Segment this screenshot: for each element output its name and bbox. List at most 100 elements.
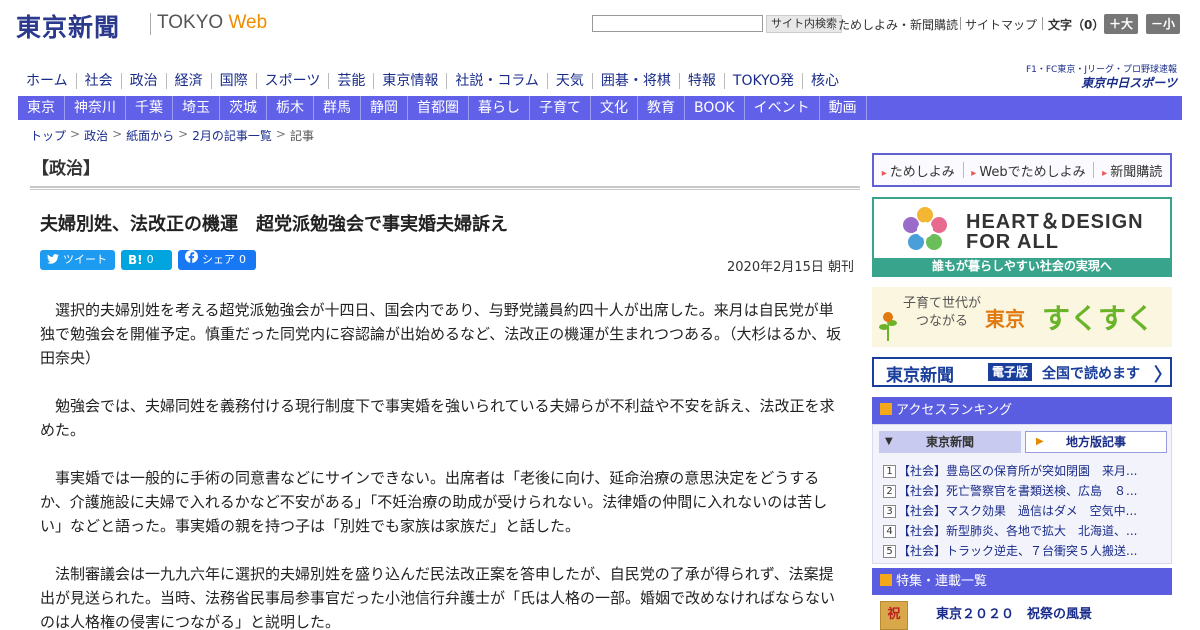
region-kosodate[interactable]: 子育て bbox=[530, 96, 591, 120]
nav-kakushin[interactable]: 核心 bbox=[803, 73, 847, 89]
header-divider bbox=[833, 17, 834, 30]
article-paragraph: 事実婚では一般的に手術の同意書などにサインできない。出席者は「老後に向け、延命治… bbox=[40, 469, 828, 535]
heart-design-title: HEART＆DESIGN bbox=[966, 211, 1144, 233]
nav-politics[interactable]: 政治 bbox=[122, 73, 167, 89]
sitemap-link[interactable]: サイトマップ bbox=[965, 16, 1037, 33]
section-bullet-icon bbox=[880, 574, 892, 586]
ranking-item-title: 【社会】豊島区の保育所が突如閉園 来月... bbox=[898, 464, 1138, 478]
font-larger-button[interactable]: ＋大 bbox=[1104, 14, 1138, 34]
region-video[interactable]: 動画 bbox=[820, 96, 867, 120]
nav-economy[interactable]: 経済 bbox=[167, 73, 212, 89]
caret-down-icon: ▼ bbox=[885, 436, 893, 447]
trial-subscription-link[interactable]: ためしよみ・新聞購読 bbox=[838, 16, 958, 33]
breadcrumb-paper[interactable]: 紙面から bbox=[126, 127, 174, 144]
region-tokyo[interactable]: 東京 bbox=[18, 96, 65, 120]
region-nav: 東京 神奈川 千葉 埼玉 茨城 栃木 群馬 静岡 首都圏 暮らし 子育て 文化 … bbox=[18, 96, 1182, 120]
breadcrumb: トップ > 政治 > 紙面から > 2月の記事一覧 > 記事 bbox=[30, 127, 314, 144]
nav-tokyo-hatsu[interactable]: TOKYO発 bbox=[725, 73, 803, 89]
promo-divider bbox=[962, 162, 964, 178]
feature-item-title[interactable]: 東京２０２０ 祝祭の風景 bbox=[936, 603, 1092, 622]
ranking-tab-tokyo[interactable]: ▼ 東京新聞 bbox=[879, 431, 1021, 453]
breadcrumb-top[interactable]: トップ bbox=[30, 127, 66, 144]
ranking-item[interactable]: 5 【社会】トラック逆走、７台衝突５人搬送... bbox=[883, 541, 1163, 561]
web-trial-link[interactable]: Webでためしよみ bbox=[971, 161, 1085, 180]
ranking-tab-local-label: 地方版記事 bbox=[1065, 435, 1126, 449]
region-shizuoka[interactable]: 静岡 bbox=[361, 96, 408, 120]
nav-editorial[interactable]: 社説・コラム bbox=[447, 73, 548, 89]
site-search-input[interactable] bbox=[592, 15, 763, 32]
region-saitama[interactable]: 埼玉 bbox=[173, 96, 220, 120]
breadcrumb-separator: > bbox=[275, 127, 286, 141]
region-bunka[interactable]: 文化 bbox=[591, 96, 638, 120]
hatena-bookmark-button[interactable]: B! 0 bbox=[121, 250, 172, 270]
access-ranking-header: アクセスランキング bbox=[872, 397, 1172, 424]
logo-divider bbox=[150, 13, 151, 35]
ranking-item[interactable]: 2 【社会】死亡警察官を書類送検、広島 ８... bbox=[883, 481, 1163, 501]
nav-weather[interactable]: 天気 bbox=[548, 73, 593, 89]
chunichi-sports-banner[interactable]: F1・FC東京・Jリーグ・プロ野球速報 東京中日スポーツ bbox=[1025, 64, 1177, 90]
nav-go-shogi[interactable]: 囲碁・将棋 bbox=[593, 73, 680, 89]
region-book[interactable]: BOOK bbox=[685, 96, 745, 120]
region-chiba[interactable]: 千葉 bbox=[126, 96, 173, 120]
flower-logo-icon bbox=[903, 207, 947, 250]
nav-entertainment[interactable]: 芸能 bbox=[329, 73, 375, 89]
hatena-b-icon: B! bbox=[128, 253, 143, 267]
nav-society[interactable]: 社会 bbox=[77, 73, 122, 89]
region-tochigi[interactable]: 栃木 bbox=[267, 96, 314, 120]
facebook-share-label: シェア bbox=[202, 253, 235, 266]
ranking-item-title: 【社会】マスク効果 過信はダメ 空気中... bbox=[898, 504, 1138, 518]
region-gunma[interactable]: 群馬 bbox=[314, 96, 361, 120]
breadcrumb-separator: > bbox=[70, 127, 81, 141]
tokyo-web-logo[interactable]: TOKYO Web bbox=[157, 12, 267, 34]
rank-number: 3 bbox=[883, 505, 896, 518]
digital-edition-banner[interactable]: 東京新聞 電子版 全国で読めます 〉 bbox=[872, 357, 1172, 387]
region-ibaraki[interactable]: 茨城 bbox=[220, 96, 267, 120]
ranking-item[interactable]: 4 【社会】新型肺炎、各地で拡大 北海道、... bbox=[883, 521, 1163, 541]
ranking-item-title: 【社会】死亡警察官を書類送検、広島 ８... bbox=[898, 484, 1138, 498]
font-smaller-button[interactable]: －小 bbox=[1146, 14, 1180, 34]
section-title: 【政治】 bbox=[32, 159, 100, 179]
nav-tokuho[interactable]: 特報 bbox=[680, 73, 725, 89]
trial-link[interactable]: ためしよみ bbox=[882, 161, 955, 180]
nav-international[interactable]: 国際 bbox=[212, 73, 257, 89]
facebook-share-button[interactable]: シェア 0 bbox=[178, 250, 256, 270]
region-kyoiku[interactable]: 教育 bbox=[638, 96, 685, 120]
site-search-button[interactable]: サイト内検索 bbox=[766, 15, 842, 33]
article-paragraph: 勉強会では、夫婦同姓を義務付ける現行制度下で事実婚を強いられている夫婦らが不利益… bbox=[40, 397, 835, 439]
ranking-item[interactable]: 3 【社会】マスク効果 過信はダメ 空気中... bbox=[883, 501, 1163, 521]
heart-design-banner[interactable]: HEART＆DESIGN FOR ALL 誰もが暮らしやすい社会の実現へ bbox=[872, 197, 1172, 277]
tweet-button[interactable]: ツイート bbox=[40, 250, 115, 270]
sukusuku-tagline: 子育て世代がつながる bbox=[902, 296, 981, 329]
digital-edition-tag: 電子版 bbox=[988, 363, 1033, 381]
region-kanagawa[interactable]: 神奈川 bbox=[65, 96, 126, 120]
digital-edition-text: 全国で読めます bbox=[1042, 366, 1140, 382]
nav-sports[interactable]: スポーツ bbox=[257, 73, 330, 89]
site-header: 東京新聞 TOKYO Web サイト内検索 ためしよみ・新聞購読 サイトマップ … bbox=[0, 0, 1200, 60]
nav-home[interactable]: ホーム bbox=[18, 73, 77, 89]
breadcrumb-separator: > bbox=[112, 127, 123, 141]
header-divider bbox=[1042, 17, 1043, 30]
nav-tokyo-info[interactable]: 東京情報 bbox=[374, 73, 448, 89]
rank-number: 4 bbox=[883, 525, 896, 538]
twitter-bird-icon bbox=[47, 250, 59, 270]
region-shutoken[interactable]: 首都圏 bbox=[408, 96, 469, 120]
section-bullet-icon bbox=[880, 403, 892, 415]
sukusuku-banner[interactable]: 子育て世代がつながる 東京 すくすく bbox=[872, 287, 1172, 347]
feature-thumbnail[interactable]: 祝 bbox=[880, 601, 908, 630]
sprout-icon bbox=[879, 312, 897, 341]
site-logo[interactable]: 東京新聞 bbox=[16, 8, 120, 44]
rank-number: 2 bbox=[883, 485, 896, 498]
subscribe-link[interactable]: 新聞購読 bbox=[1102, 161, 1162, 180]
ranking-item[interactable]: 1 【社会】豊島区の保育所が突如閉園 来月... bbox=[883, 461, 1163, 481]
tweet-label: ツイート bbox=[63, 253, 107, 266]
chunichi-tagline: F1・FC東京・Jリーグ・プロ野球速報 bbox=[1025, 65, 1177, 75]
breadcrumb-politics[interactable]: 政治 bbox=[84, 127, 108, 144]
facebook-f-icon bbox=[185, 250, 198, 270]
breadcrumb-feb-list[interactable]: 2月の記事一覧 bbox=[192, 127, 272, 144]
region-event[interactable]: イベント bbox=[745, 96, 820, 120]
ranking-tab-tokyo-label: 東京新聞 bbox=[925, 435, 974, 449]
ranking-tab-local[interactable]: ▶ 地方版記事 bbox=[1025, 431, 1167, 453]
font-size-label: 文字（0） bbox=[1048, 18, 1105, 32]
main-nav: ホーム 社会 政治 経済 国際 スポーツ 芸能 東京情報 社説・コラム 天気 囲… bbox=[18, 70, 839, 92]
region-kurashi[interactable]: 暮らし bbox=[469, 96, 530, 120]
